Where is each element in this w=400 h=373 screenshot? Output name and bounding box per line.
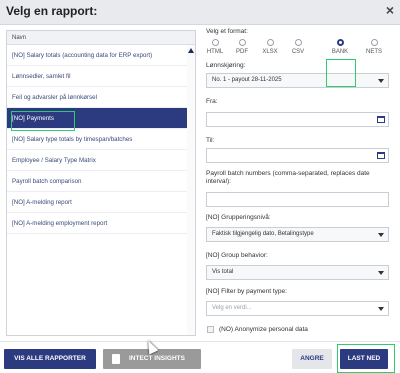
radio-checked-icon[interactable]	[336, 39, 344, 46]
list-scrollbar[interactable]	[187, 45, 195, 335]
report-item-payments[interactable]: [NO] Payments	[7, 108, 195, 129]
show-all-reports-button[interactable]: VIS ALLE RAPPORTER	[4, 349, 96, 369]
format-nets[interactable]: NETS	[361, 39, 387, 55]
format-xlsx[interactable]: XLSX	[257, 39, 283, 55]
report-list: Navn [NO] Salary totals (accounting data…	[6, 30, 196, 336]
payroll-run-select[interactable]: No. 1 - payout 28-11-2025	[206, 73, 389, 88]
report-item-salary-totals[interactable]: [NO] Salary totals (accounting data for …	[7, 45, 195, 66]
format-radio-group: HTML PDF XLSX CSV BANK NETS	[206, 39, 392, 61]
chevron-down-icon	[378, 79, 384, 83]
chevron-down-icon	[378, 307, 384, 311]
format-bank[interactable]: BANK	[327, 39, 353, 55]
format-html[interactable]: HTML	[202, 39, 228, 55]
payroll-run-value: No. 1 - payout 28-11-2025	[212, 77, 282, 83]
from-date-field[interactable]	[206, 112, 389, 127]
report-list-header: Navn	[7, 31, 195, 45]
grouping-value: Faktisk tilgjengelig dato, Betalingstype	[212, 231, 314, 237]
report-item-salary-type-totals[interactable]: [NO] Salary type totals by timespan/batc…	[7, 129, 195, 150]
grouping-label: [NO] Grupperingsnivå:	[206, 214, 271, 221]
download-button[interactable]: LAST NED	[340, 349, 388, 369]
radio-icon[interactable]	[294, 39, 302, 46]
filter-label: [NO] Filter by payment type:	[206, 288, 287, 295]
format-pdf[interactable]: PDF	[229, 39, 255, 55]
group-behavior-select[interactable]: Vis total	[206, 265, 389, 280]
filter-placeholder: Velg en verdi...	[212, 305, 252, 311]
grouping-select[interactable]: Faktisk tilgjengelig dato, Betalingstype	[206, 227, 389, 242]
cancel-button[interactable]: ANGRE	[292, 349, 332, 369]
report-item-employee-matrix[interactable]: Employee / Salary Type Matrix	[7, 150, 195, 171]
anonymize-checkbox[interactable]	[207, 326, 214, 333]
report-item-payslips[interactable]: Lønnsedler, samlet fil	[7, 66, 195, 87]
calendar-icon[interactable]	[377, 116, 385, 123]
batch-numbers-input[interactable]	[206, 192, 389, 207]
format-label: Velg et format:	[206, 28, 248, 35]
from-label: Fra:	[206, 98, 218, 105]
to-date-field[interactable]	[206, 148, 389, 163]
anonymize-label: (NO) Anonymize personal data	[219, 326, 308, 333]
scroll-up-icon[interactable]	[188, 48, 194, 53]
report-item-batch-comparison[interactable]: Payroll batch comparison	[7, 171, 195, 192]
document-icon	[112, 354, 120, 364]
report-item-a-melding-employment[interactable]: [NO] A-melding employment report	[7, 213, 195, 234]
radio-icon[interactable]	[370, 39, 378, 46]
dialog-title: Velg en rapport:	[6, 4, 98, 18]
format-csv[interactable]: CSV	[285, 39, 311, 55]
intect-insights-label: INTECT INSIGHTS	[129, 355, 185, 362]
filter-select[interactable]: Velg en verdi...	[206, 301, 389, 316]
dialog-titlebar: Velg en rapport: ×	[0, 0, 400, 25]
report-item-a-melding[interactable]: [NO] A-melding report	[7, 192, 195, 213]
radio-icon[interactable]	[211, 39, 219, 46]
calendar-icon[interactable]	[377, 152, 385, 159]
chevron-down-icon	[378, 233, 384, 237]
chevron-down-icon	[378, 271, 384, 275]
report-item-errors-warnings[interactable]: Feil og advarsler på lønnkørsel	[7, 87, 195, 108]
group-behavior-value: Vis total	[212, 269, 234, 275]
radio-icon[interactable]	[266, 39, 274, 46]
to-label: Til:	[206, 137, 215, 144]
radio-icon[interactable]	[238, 39, 246, 46]
payroll-run-label: Lønnskjøring:	[206, 62, 246, 69]
footer-divider	[0, 341, 400, 342]
group-behavior-label: [NO] Group behavior:	[206, 252, 268, 259]
batch-numbers-label: Payroll batch numbers (comma-separated, …	[206, 170, 370, 185]
close-icon[interactable]: ×	[386, 2, 394, 18]
